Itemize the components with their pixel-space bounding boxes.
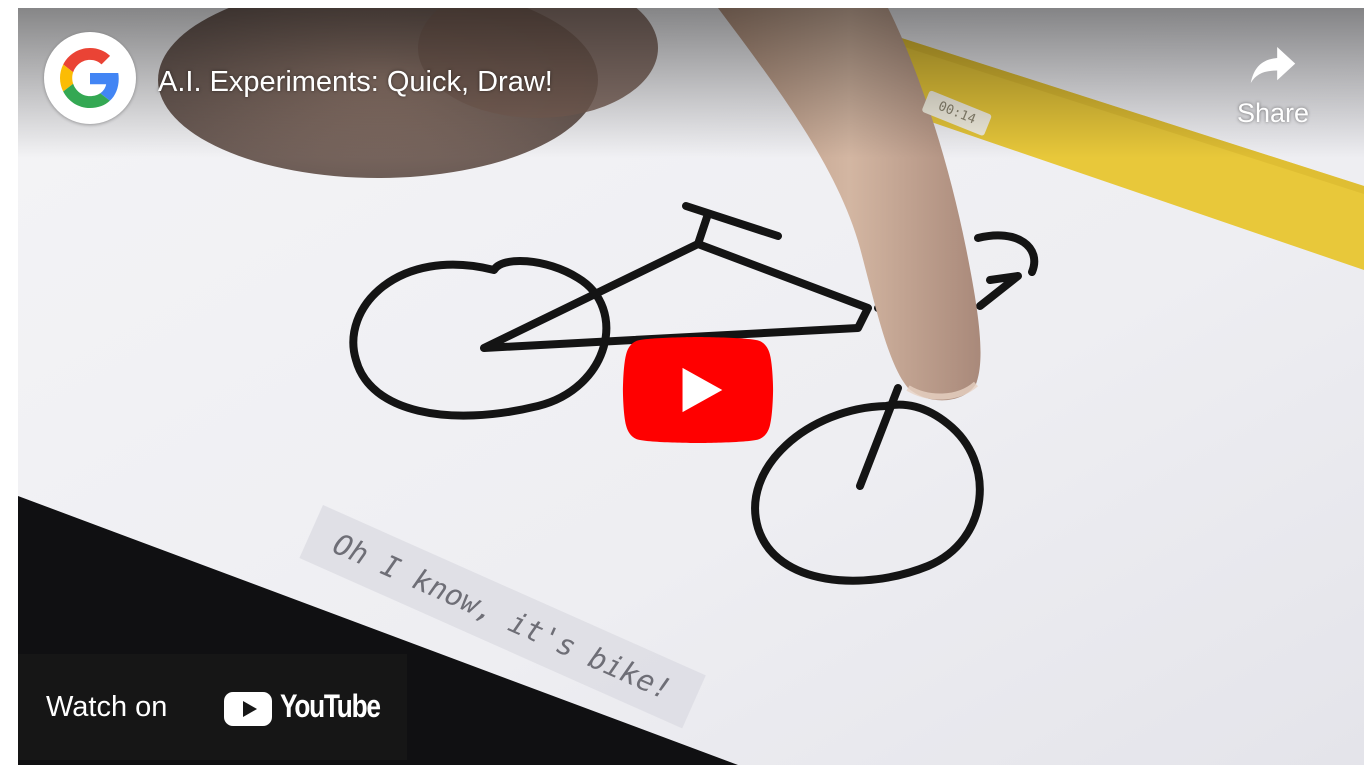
video-title[interactable]: A.I. Experiments: Quick, Draw!: [158, 66, 553, 99]
play-icon: [622, 337, 774, 443]
watch-on-label: Watch on: [46, 691, 168, 723]
youtube-wordmark: YouTube: [280, 688, 381, 724]
channel-logo[interactable]: [44, 32, 136, 124]
video-player[interactable]: Oh I know, it's bike! 00:14 A.I. Experim…: [18, 8, 1364, 765]
youtube-play-icon: [224, 692, 272, 726]
play-button[interactable]: [622, 337, 774, 443]
share-button[interactable]: Share: [1218, 44, 1328, 144]
watch-on-youtube-button[interactable]: Watch on YouTube: [18, 654, 407, 760]
share-arrow-icon: [1250, 46, 1296, 84]
google-g-icon: [60, 48, 119, 108]
share-label: Share: [1236, 98, 1310, 128]
